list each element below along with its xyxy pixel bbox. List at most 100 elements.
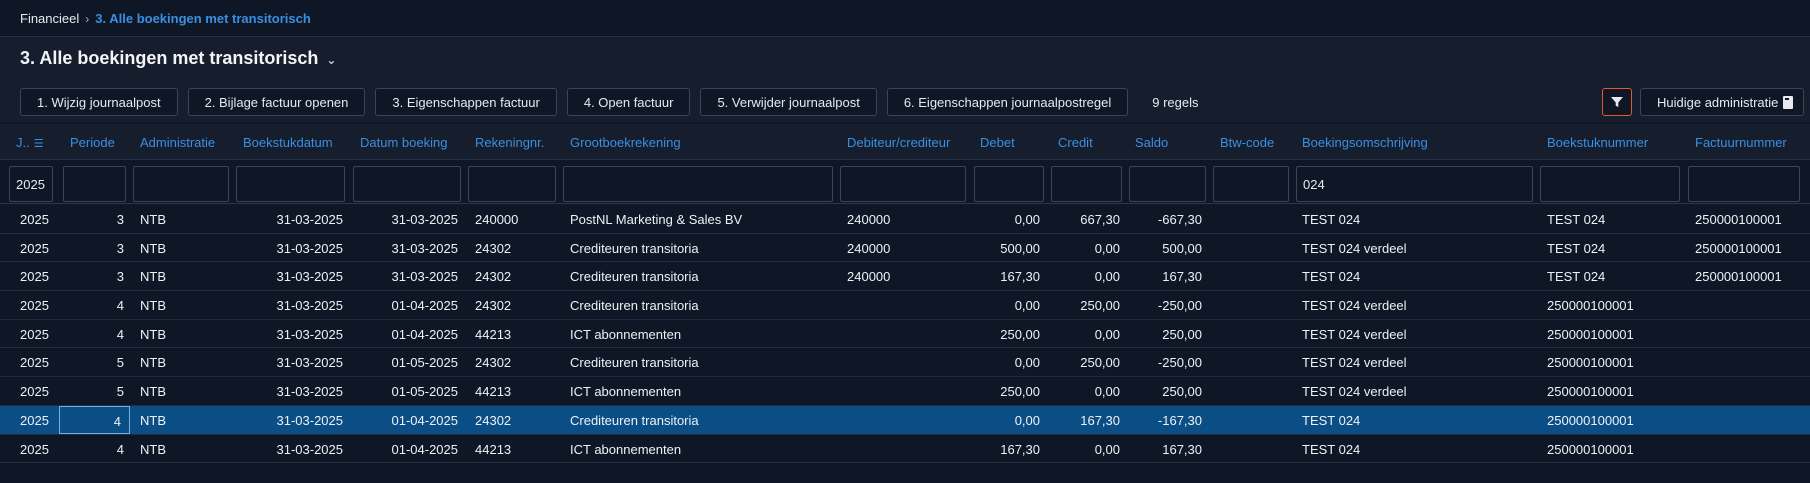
cell-db[interactable]: 01-04-2025 xyxy=(392,442,459,457)
cell-jaar[interactable]: 2025 xyxy=(20,327,49,342)
cell-gb[interactable]: Crediteuren transitoria xyxy=(570,355,699,370)
filter-credit-input[interactable] xyxy=(1051,166,1122,202)
filter-datum-boeking-input[interactable] xyxy=(353,166,461,202)
cell-periode[interactable]: 4 xyxy=(59,405,130,434)
cell-saldo[interactable]: -167,30 xyxy=(1158,413,1202,428)
cell-gb[interactable]: Crediteuren transitoria xyxy=(570,241,699,256)
col-debet[interactable]: Debet xyxy=(980,135,1015,150)
cell-saldo[interactable]: 250,00 xyxy=(1162,327,1202,342)
col-grootboekrekening[interactable]: Grootboekrekening xyxy=(570,135,681,150)
cell-bsn[interactable]: 250000100001 xyxy=(1547,298,1634,313)
cell-jaar[interactable]: 2025 xyxy=(20,384,49,399)
cell-saldo[interactable]: 167,30 xyxy=(1162,269,1202,284)
edit-journal-button[interactable]: 1. Wijzig journaalpost xyxy=(20,88,178,116)
cell-bsd[interactable]: 31-03-2025 xyxy=(277,327,344,342)
cell-bsn[interactable]: TEST 024 xyxy=(1547,269,1605,284)
cell-deb[interactable]: 240000 xyxy=(847,212,890,227)
cell-oms[interactable]: TEST 024 verdeel xyxy=(1302,298,1407,313)
cell-adm[interactable]: NTB xyxy=(140,355,166,370)
filter-btw-input[interactable] xyxy=(1213,166,1289,202)
cell-debet[interactable]: 167,30 xyxy=(1000,269,1040,284)
cell-periode[interactable]: 4 xyxy=(117,298,124,313)
cell-periode[interactable]: 3 xyxy=(117,269,124,284)
cell-db[interactable]: 01-05-2025 xyxy=(392,355,459,370)
cell-db[interactable]: 01-04-2025 xyxy=(392,327,459,342)
journal-line-properties-button[interactable]: 6. Eigenschappen journaalpostregel xyxy=(886,88,1129,116)
cell-jaar[interactable]: 2025 xyxy=(20,413,49,428)
cell-jaar[interactable]: 2025 xyxy=(20,298,49,313)
cell-oms[interactable]: TEST 024 xyxy=(1302,413,1360,428)
col-saldo[interactable]: Saldo xyxy=(1135,135,1168,150)
cell-debet[interactable]: 0,00 xyxy=(1015,355,1040,370)
cell-oms[interactable]: TEST 024 verdeel xyxy=(1302,241,1407,256)
breadcrumb-root[interactable]: Financieel xyxy=(20,11,79,26)
cell-debet[interactable]: 500,00 xyxy=(1000,241,1040,256)
col-boekstukdatum[interactable]: Boekstukdatum xyxy=(243,135,333,150)
cell-rek[interactable]: 44213 xyxy=(475,327,511,342)
cell-bsn[interactable]: TEST 024 xyxy=(1547,212,1605,227)
cell-fn[interactable]: 250000100001 xyxy=(1695,241,1782,256)
open-invoice-attachment-button[interactable]: 2. Bijlage factuur openen xyxy=(187,88,366,116)
filter-factuurnummer-input[interactable] xyxy=(1688,166,1800,202)
col-jaar[interactable]: J.. ☰ xyxy=(16,135,44,150)
cell-jaar[interactable]: 2025 xyxy=(20,269,49,284)
table-row[interactable]: 2025 3 NTB 31-03-2025 31-03-2025 240000 PostNL… xyxy=(0,205,1810,234)
cell-saldo[interactable]: 250,00 xyxy=(1162,384,1202,399)
cell-gb[interactable]: ICT abonnementen xyxy=(570,442,681,457)
invoice-properties-button[interactable]: 3. Eigenschappen factuur xyxy=(375,88,557,116)
cell-credit[interactable]: 0,00 xyxy=(1095,241,1120,256)
cell-gb[interactable]: ICT abonnementen xyxy=(570,327,681,342)
col-factuurnummer[interactable]: Factuurnummer xyxy=(1695,135,1787,150)
breadcrumb-current[interactable]: 3. Alle boekingen met transitorisch xyxy=(95,11,311,26)
filter-debet-input[interactable] xyxy=(974,166,1044,202)
cell-bsd[interactable]: 31-03-2025 xyxy=(277,212,344,227)
open-invoice-button[interactable]: 4. Open factuur xyxy=(566,88,691,116)
col-administratie[interactable]: Administratie xyxy=(140,135,215,150)
filter-administratie-input[interactable] xyxy=(133,166,229,202)
col-rekeningnr[interactable]: Rekeningnr. xyxy=(475,135,544,150)
col-periode[interactable]: Periode xyxy=(70,135,115,150)
cell-jaar[interactable]: 2025 xyxy=(20,212,49,227)
cell-oms[interactable]: TEST 024 verdeel xyxy=(1302,384,1407,399)
cell-bsn[interactable]: 250000100001 xyxy=(1547,442,1634,457)
table-row[interactable]: 2025 4 NTB 31-03-2025 01-04-2025 44213 ICT abo… xyxy=(0,320,1810,349)
cell-jaar[interactable]: 2025 xyxy=(20,442,49,457)
cell-oms[interactable]: TEST 024 xyxy=(1302,442,1360,457)
table-row[interactable]: 2025 3 NTB 31-03-2025 31-03-2025 24302 Credite… xyxy=(0,234,1810,263)
cell-bsn[interactable]: 250000100001 xyxy=(1547,413,1634,428)
cell-bsn[interactable]: TEST 024 xyxy=(1547,241,1605,256)
cell-saldo[interactable]: 167,30 xyxy=(1162,442,1202,457)
filter-omschrijving-input[interactable] xyxy=(1296,166,1533,202)
current-administration-button[interactable]: Huidige administratie xyxy=(1640,88,1804,116)
cell-rek[interactable]: 24302 xyxy=(475,241,511,256)
cell-credit[interactable]: 0,00 xyxy=(1095,269,1120,284)
cell-adm[interactable]: NTB xyxy=(140,212,166,227)
col-boekstuknummer[interactable]: Boekstuknummer xyxy=(1547,135,1648,150)
cell-credit[interactable]: 0,00 xyxy=(1095,442,1120,457)
cell-bsd[interactable]: 31-03-2025 xyxy=(277,269,344,284)
cell-debet[interactable]: 250,00 xyxy=(1000,384,1040,399)
cell-debet[interactable]: 167,30 xyxy=(1000,442,1040,457)
cell-saldo[interactable]: -250,00 xyxy=(1158,355,1202,370)
cell-saldo[interactable]: -250,00 xyxy=(1158,298,1202,313)
cell-db[interactable]: 31-03-2025 xyxy=(392,212,459,227)
cell-bsd[interactable]: 31-03-2025 xyxy=(277,384,344,399)
cell-adm[interactable]: NTB xyxy=(140,384,166,399)
cell-bsd[interactable]: 31-03-2025 xyxy=(277,355,344,370)
cell-bsd[interactable]: 31-03-2025 xyxy=(277,413,344,428)
cell-deb[interactable]: 240000 xyxy=(847,241,890,256)
cell-saldo[interactable]: -667,30 xyxy=(1158,212,1202,227)
cell-rek[interactable]: 24302 xyxy=(475,298,511,313)
cell-adm[interactable]: NTB xyxy=(140,413,166,428)
filter-saldo-input[interactable] xyxy=(1129,166,1206,202)
cell-oms[interactable]: TEST 024 xyxy=(1302,212,1360,227)
cell-adm[interactable]: NTB xyxy=(140,298,166,313)
col-btw[interactable]: Btw-code xyxy=(1220,135,1274,150)
cell-bsn[interactable]: 250000100001 xyxy=(1547,384,1634,399)
cell-bsd[interactable]: 31-03-2025 xyxy=(277,241,344,256)
cell-rek[interactable]: 240000 xyxy=(475,212,518,227)
cell-rek[interactable]: 44213 xyxy=(475,442,511,457)
filter-grootboekrekening-input[interactable] xyxy=(563,166,833,202)
cell-gb[interactable]: PostNL Marketing & Sales BV xyxy=(570,212,742,227)
col-credit[interactable]: Credit xyxy=(1058,135,1093,150)
